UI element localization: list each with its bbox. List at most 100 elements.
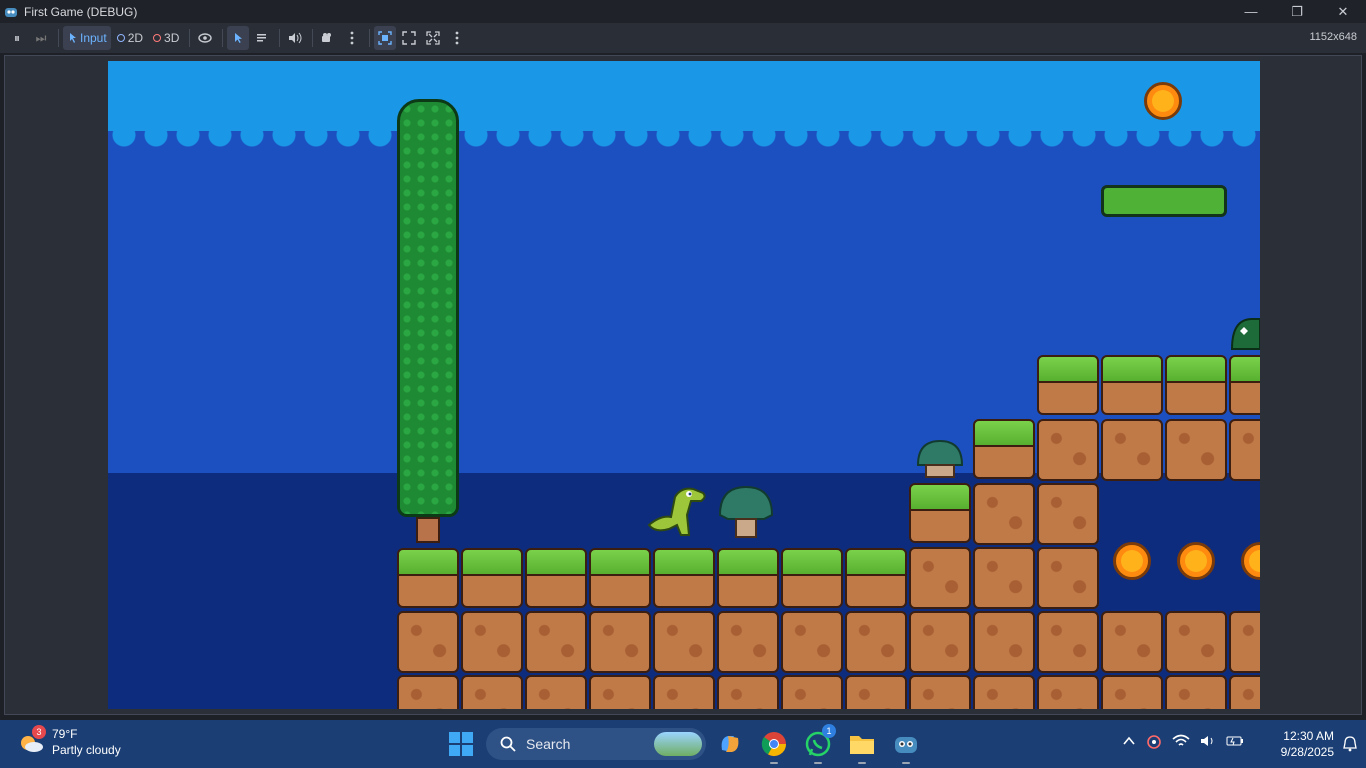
rock-tile bbox=[1037, 419, 1099, 481]
pause-button[interactable]: ⏸ bbox=[6, 26, 28, 50]
rock-tile bbox=[1165, 675, 1227, 709]
more-options-button-2[interactable] bbox=[446, 26, 468, 50]
speaker-icon bbox=[289, 32, 302, 44]
circle-icon bbox=[153, 34, 162, 42]
start-button[interactable] bbox=[449, 732, 473, 756]
rock-tile bbox=[589, 611, 651, 673]
game-view[interactable] bbox=[108, 61, 1260, 709]
ground-tile bbox=[461, 548, 523, 608]
divider bbox=[369, 29, 371, 47]
rock-tile bbox=[781, 611, 843, 673]
kebab-icon bbox=[455, 31, 459, 45]
divider bbox=[189, 29, 191, 47]
camera-override-button[interactable] bbox=[317, 26, 339, 50]
audio-button[interactable] bbox=[284, 26, 306, 50]
folder-icon bbox=[850, 736, 874, 754]
restore-button[interactable]: ❐ bbox=[1274, 0, 1320, 23]
godot-app[interactable] bbox=[892, 730, 920, 764]
floating-platform bbox=[1101, 185, 1227, 217]
close-button[interactable]: ✕ bbox=[1320, 0, 1366, 23]
cloud-band bbox=[108, 121, 1260, 147]
pause-icon: ⏸ bbox=[13, 30, 20, 45]
embed-window-button[interactable] bbox=[374, 26, 397, 50]
divider bbox=[58, 29, 59, 47]
godot-icon bbox=[895, 737, 917, 753]
sync-icon[interactable] bbox=[1146, 734, 1162, 750]
wifi-icon[interactable] bbox=[1172, 734, 1190, 748]
rock-tile bbox=[461, 611, 523, 673]
rock-tile bbox=[589, 675, 651, 709]
battery-icon[interactable] bbox=[1226, 734, 1244, 748]
title-bar: First Game (DEBUG) — ❐ ✕ bbox=[0, 0, 1366, 23]
input-label: Input bbox=[80, 31, 107, 45]
mode-2d-label: 2D bbox=[127, 31, 144, 45]
running-indicator bbox=[858, 762, 866, 764]
visibility-button[interactable] bbox=[194, 26, 216, 50]
rock-tile bbox=[1229, 611, 1260, 673]
divider bbox=[312, 29, 314, 47]
chevron-up-icon[interactable] bbox=[1122, 734, 1136, 748]
copilot-app[interactable] bbox=[716, 730, 744, 758]
fullscreen-button[interactable] bbox=[422, 26, 444, 50]
ground-tile bbox=[1165, 355, 1227, 415]
restore-icon: ❐ bbox=[1291, 3, 1303, 19]
ground-tile bbox=[973, 419, 1035, 479]
windows-logo-pane bbox=[462, 732, 473, 743]
search-label: Search bbox=[526, 736, 571, 752]
coin bbox=[1144, 82, 1182, 120]
notification-bell-icon[interactable] bbox=[1342, 736, 1358, 752]
windows-logo-pane bbox=[462, 745, 473, 756]
weather-description: Partly cloudy bbox=[52, 743, 121, 757]
step-button[interactable]: ⏭ bbox=[30, 26, 52, 50]
close-icon: ✕ bbox=[1337, 3, 1349, 19]
godot-icon bbox=[5, 7, 17, 17]
whatsapp-badge: 1 bbox=[822, 724, 836, 738]
rock-tile bbox=[973, 611, 1035, 673]
player-character bbox=[647, 487, 706, 536]
rock-tile bbox=[909, 547, 971, 609]
divider bbox=[279, 29, 281, 47]
list-select-button[interactable] bbox=[251, 26, 273, 50]
search-highlight-image bbox=[654, 732, 702, 756]
input-mode-button[interactable]: Input bbox=[63, 26, 111, 50]
volume-icon[interactable] bbox=[1200, 734, 1216, 748]
circle-icon bbox=[116, 34, 125, 42]
search-icon bbox=[500, 736, 516, 752]
rock-tile bbox=[461, 675, 523, 709]
weather-badge: 3 bbox=[32, 725, 46, 739]
rock-tile bbox=[973, 547, 1035, 609]
ground-tile bbox=[397, 548, 459, 608]
clock[interactable]: 12:30 AM 9/28/2025 bbox=[1281, 728, 1334, 760]
eye-icon bbox=[198, 33, 213, 43]
running-indicator bbox=[902, 762, 910, 764]
weather-widget[interactable]: 3 79°F Partly cloudy bbox=[18, 725, 121, 758]
rock-tile bbox=[1037, 547, 1099, 609]
rock-tile bbox=[845, 675, 907, 709]
mode-2d-button[interactable]: 2D bbox=[113, 26, 147, 50]
minimize-button[interactable]: — bbox=[1228, 0, 1274, 23]
pointer-icon bbox=[70, 33, 76, 43]
coin bbox=[1113, 542, 1151, 580]
ground-tile bbox=[1037, 355, 1099, 415]
ground-tile bbox=[909, 483, 971, 543]
minimize-icon: — bbox=[1244, 4, 1258, 19]
whatsapp-app[interactable]: 1 bbox=[804, 724, 836, 764]
keep-aspect-button[interactable] bbox=[398, 26, 420, 50]
select-button[interactable] bbox=[227, 26, 250, 50]
chrome-app[interactable] bbox=[760, 730, 788, 764]
step-icon: ⏭ bbox=[35, 30, 47, 45]
more-options-button[interactable] bbox=[341, 26, 363, 50]
rock-tile bbox=[525, 675, 587, 709]
ground-tile bbox=[1101, 355, 1163, 415]
clock-time: 12:30 AM bbox=[1283, 729, 1334, 743]
ground-tile bbox=[845, 548, 907, 608]
clock-date: 9/28/2025 bbox=[1280, 745, 1334, 759]
taskbar-search[interactable]: Search bbox=[486, 728, 706, 760]
tree-trunk bbox=[416, 517, 440, 543]
list-icon bbox=[257, 34, 267, 42]
rock-tile bbox=[397, 675, 459, 709]
mode-3d-button[interactable]: 3D bbox=[149, 26, 183, 50]
taskbar: 3 79°F Partly cloudy Search 1 12:30 AM 9… bbox=[0, 720, 1366, 768]
file-explorer-app[interactable] bbox=[848, 730, 876, 764]
rock-tile bbox=[1229, 419, 1260, 481]
